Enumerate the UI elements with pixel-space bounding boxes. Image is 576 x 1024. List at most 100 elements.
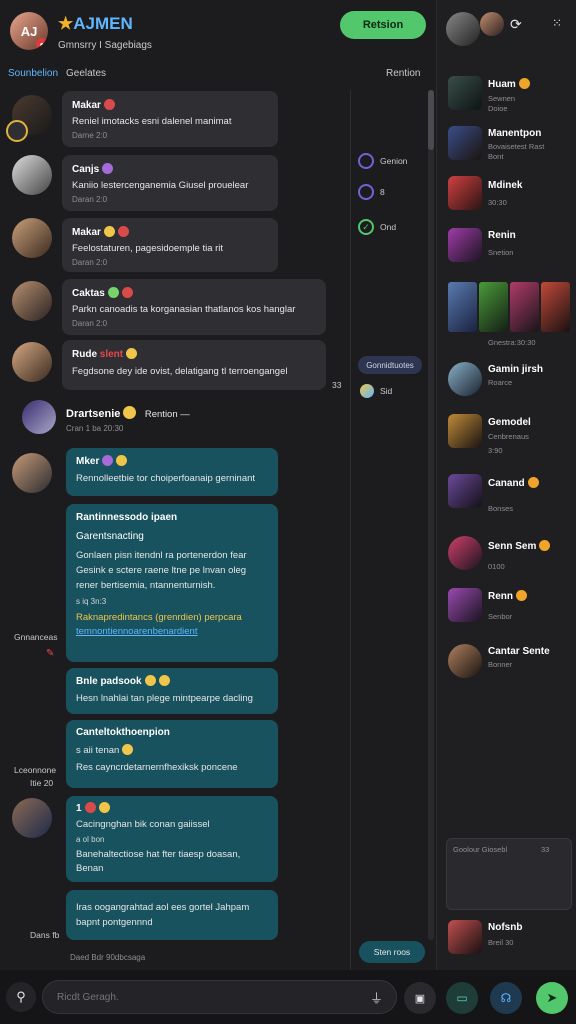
contact-sub: Bont bbox=[488, 152, 504, 161]
contact-avatar[interactable] bbox=[448, 176, 482, 210]
avatar[interactable] bbox=[446, 12, 480, 46]
side-item[interactable]: Genion bbox=[358, 153, 407, 169]
emoji-icon bbox=[117, 226, 129, 237]
contact-name[interactable]: Cantar Sente bbox=[488, 646, 550, 657]
contact-avatar[interactable] bbox=[448, 536, 482, 570]
emoji-icon bbox=[126, 348, 138, 359]
message-bubble[interactable]: Caktas Parkn canoadis ta korganasian tha… bbox=[62, 279, 326, 335]
side-item[interactable]: Sid bbox=[360, 384, 392, 398]
chat-button[interactable]: ▭ bbox=[446, 982, 478, 1014]
message-bubble[interactable]: Rantinnessodo ipaen Garentsnacting Gonla… bbox=[66, 504, 278, 662]
media-grid[interactable] bbox=[448, 282, 570, 332]
media-thumb[interactable] bbox=[510, 282, 539, 332]
side-item[interactable]: 8 bbox=[358, 184, 385, 200]
avatar[interactable] bbox=[12, 155, 52, 195]
notification-badge: ● bbox=[36, 38, 48, 50]
message-bubble[interactable]: Makar Reniel imotacks esni dalenel manim… bbox=[62, 91, 278, 147]
contact-avatar[interactable] bbox=[448, 76, 482, 110]
contact-sub: Bonner bbox=[488, 660, 513, 669]
message-bubble[interactable]: Rude slent Fegdsone dey ide ovist, delat… bbox=[62, 340, 326, 390]
emoji-icon bbox=[518, 78, 530, 89]
side-pill[interactable]: Gonnidtuotes bbox=[358, 356, 422, 374]
contact-avatar[interactable] bbox=[448, 126, 482, 160]
refresh-icon[interactable]: ⟳ bbox=[510, 16, 522, 33]
emoji-icon bbox=[102, 163, 114, 174]
contact-sub: Snetion bbox=[488, 248, 514, 257]
tab-active[interactable]: Sounbelion bbox=[8, 68, 58, 79]
message-bubble[interactable]: Makar Feelostaturen, pagesidoemple tia r… bbox=[62, 218, 278, 272]
message-bubble[interactable]: Canteltokthoenpion s aii tenan Res caync… bbox=[66, 720, 278, 788]
contact-avatar[interactable] bbox=[448, 414, 482, 448]
avatar[interactable] bbox=[12, 218, 52, 258]
avatar[interactable] bbox=[12, 342, 52, 382]
voice-button[interactable]: ☊ bbox=[490, 982, 522, 1014]
avatar[interactable] bbox=[22, 400, 56, 434]
app-title: ★AJMEN bbox=[58, 14, 133, 33]
scrollbar-thumb[interactable] bbox=[428, 90, 434, 150]
contact-avatar[interactable] bbox=[448, 474, 482, 508]
contact-sub: Sewnen bbox=[488, 94, 516, 103]
contact-name[interactable]: Gemodel bbox=[488, 417, 531, 428]
send-button[interactable]: ➤ bbox=[536, 982, 568, 1014]
scroll-down-pill[interactable]: Sten roos bbox=[359, 941, 425, 963]
grid-icon[interactable]: ⁙ bbox=[552, 16, 562, 30]
avatar[interactable] bbox=[12, 281, 52, 321]
contact-name[interactable]: Nofsnb bbox=[488, 922, 522, 933]
contact-avatar[interactable] bbox=[448, 588, 482, 622]
contact-name[interactable]: Renn bbox=[488, 590, 527, 602]
emoji-icon bbox=[527, 477, 539, 488]
contact-name[interactable]: Mdinek bbox=[488, 180, 522, 191]
message-input[interactable] bbox=[42, 980, 397, 1014]
tab-second[interactable]: Geelates bbox=[66, 68, 106, 79]
circle-icon bbox=[358, 184, 374, 200]
message-bubble[interactable]: 1 Cacingnghan bik conan gaiissel a ol bo… bbox=[66, 796, 278, 882]
contact-name[interactable]: Renin bbox=[488, 230, 516, 241]
contact-name[interactable]: Senn Sem bbox=[488, 540, 551, 552]
mic-icon[interactable]: ⏚ bbox=[370, 988, 383, 1007]
media-thumb[interactable] bbox=[541, 282, 570, 332]
contact-name[interactable]: Canand bbox=[488, 477, 539, 489]
contact-sub: Breil 30 bbox=[488, 938, 514, 947]
avatar[interactable] bbox=[480, 12, 504, 36]
emoji-icon bbox=[116, 455, 128, 466]
emoji-icon bbox=[102, 455, 114, 466]
side-item[interactable]: ✓ Ond bbox=[358, 219, 396, 235]
media-thumb[interactable] bbox=[448, 282, 477, 332]
check-icon: ✓ bbox=[358, 219, 374, 235]
attach-button[interactable]: ⚲ bbox=[6, 982, 36, 1012]
scrollbar[interactable] bbox=[428, 90, 434, 940]
primary-action-button[interactable]: Retsion bbox=[340, 11, 426, 39]
emoji-icon bbox=[539, 540, 551, 551]
star-icon: ★ bbox=[58, 14, 74, 33]
emoji-icon bbox=[144, 675, 156, 686]
footer-note: Daed Bdr 90dbcsaga bbox=[70, 953, 146, 962]
contact-sub: Cenbrenaus bbox=[488, 432, 529, 441]
emoji-icon bbox=[121, 287, 133, 298]
user-avatar[interactable]: AJ ● bbox=[10, 12, 48, 50]
media-thumb[interactable] bbox=[479, 282, 508, 332]
contact-name[interactable]: Manentpon bbox=[488, 128, 541, 139]
message-bubble[interactable]: Iras oogangrahtad aol ees gortel Jahpam … bbox=[66, 890, 278, 940]
column-divider bbox=[350, 90, 351, 970]
screen-button[interactable]: ▣ bbox=[404, 982, 436, 1014]
emoji-icon bbox=[107, 287, 119, 298]
emoji-icon bbox=[98, 802, 110, 813]
message-bubble[interactable]: Bnle padsook Hesn lnahlai tan plege mint… bbox=[66, 668, 278, 714]
contact-sub: 3:90 bbox=[488, 446, 503, 455]
left-label: Gnnanceas bbox=[14, 632, 58, 642]
contact-name[interactable]: Gamin jirsh bbox=[488, 364, 543, 375]
avatar[interactable] bbox=[12, 798, 52, 838]
contact-avatar[interactable] bbox=[448, 362, 482, 396]
message-bubble[interactable]: Mker Rennolleetbie tor choiperfoanaip ge… bbox=[66, 448, 278, 496]
message-link[interactable]: temnontiennoarenbenardient bbox=[76, 626, 268, 637]
contact-avatar[interactable] bbox=[448, 920, 482, 954]
contact-name[interactable]: Huam bbox=[488, 78, 530, 90]
top-bar: AJ ● ★AJMEN Gmnsrry I Sagebiags Retsion bbox=[0, 0, 436, 64]
info-card[interactable]: Goolour Giosebl 33 bbox=[446, 838, 572, 910]
contact-avatar[interactable] bbox=[448, 228, 482, 262]
message-bubble[interactable]: Canjs Kaniio lestercenganemia Giusel pro… bbox=[62, 155, 278, 211]
contact-avatar[interactable] bbox=[448, 644, 482, 678]
avatar[interactable] bbox=[12, 453, 52, 493]
tab-right[interactable]: Rention bbox=[386, 68, 420, 79]
filter-tabs: Sounbelion Geelates Rention bbox=[0, 64, 436, 84]
